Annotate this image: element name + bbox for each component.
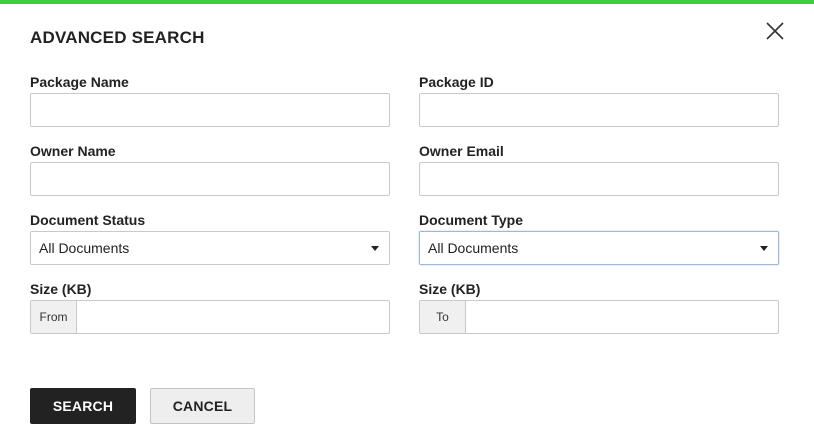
size-to-field: Size (KB) To xyxy=(419,280,779,334)
owner-email-label: Owner Email xyxy=(419,143,504,159)
document-type-label: Document Type xyxy=(419,212,523,228)
caret-down-icon xyxy=(760,246,768,251)
document-type-selected: All Documents xyxy=(428,240,519,256)
package-id-label: Package ID xyxy=(419,74,494,90)
caret-down-icon xyxy=(371,246,379,251)
close-icon xyxy=(766,22,784,40)
size-to-group: To xyxy=(419,300,779,334)
close-button[interactable] xyxy=(762,18,788,44)
accent-top-bar xyxy=(0,0,814,4)
package-name-label: Package Name xyxy=(30,74,129,90)
document-status-field: Document Status All Documents xyxy=(30,211,390,265)
size-from-label: Size (KB) xyxy=(30,281,92,297)
size-to-input[interactable] xyxy=(466,301,778,333)
size-to-label: Size (KB) xyxy=(419,281,481,297)
owner-email-input[interactable] xyxy=(419,162,779,196)
owner-name-input[interactable] xyxy=(30,162,390,196)
package-id-input[interactable] xyxy=(419,93,779,127)
package-id-field: Package ID xyxy=(419,73,779,127)
dialog-title: ADVANCED SEARCH xyxy=(30,28,205,47)
size-to-addon: To xyxy=(420,301,466,333)
owner-name-field: Owner Name xyxy=(30,142,390,196)
size-from-addon: From xyxy=(31,301,77,333)
document-type-select[interactable]: All Documents xyxy=(419,231,779,265)
document-status-label: Document Status xyxy=(30,212,146,228)
owner-name-label: Owner Name xyxy=(30,143,116,159)
document-type-field: Document Type All Documents xyxy=(419,211,779,265)
document-status-selected: All Documents xyxy=(39,240,130,256)
size-from-group: From xyxy=(30,300,390,334)
size-from-input[interactable] xyxy=(77,301,389,333)
document-status-select[interactable]: All Documents xyxy=(30,231,390,265)
package-name-input[interactable] xyxy=(30,93,390,127)
package-name-field: Package Name xyxy=(30,73,390,127)
search-button[interactable]: SEARCH xyxy=(30,388,136,424)
advanced-search-dialog: ADVANCED SEARCH Package Name Package ID … xyxy=(0,0,814,448)
owner-email-field: Owner Email xyxy=(419,142,779,196)
cancel-button[interactable]: CANCEL xyxy=(150,388,255,424)
size-from-field: Size (KB) From xyxy=(30,280,390,334)
